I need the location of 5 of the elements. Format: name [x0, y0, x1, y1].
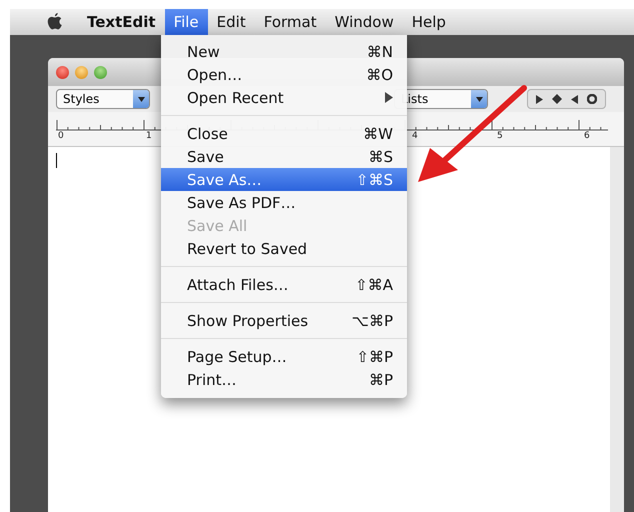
ruler-number: 6 — [584, 131, 590, 141]
ruler-number: 4 — [412, 131, 418, 141]
ruler-number: 1 — [146, 131, 152, 141]
ruler-number: 0 — [58, 131, 64, 141]
ruler-number: 5 — [497, 131, 503, 141]
